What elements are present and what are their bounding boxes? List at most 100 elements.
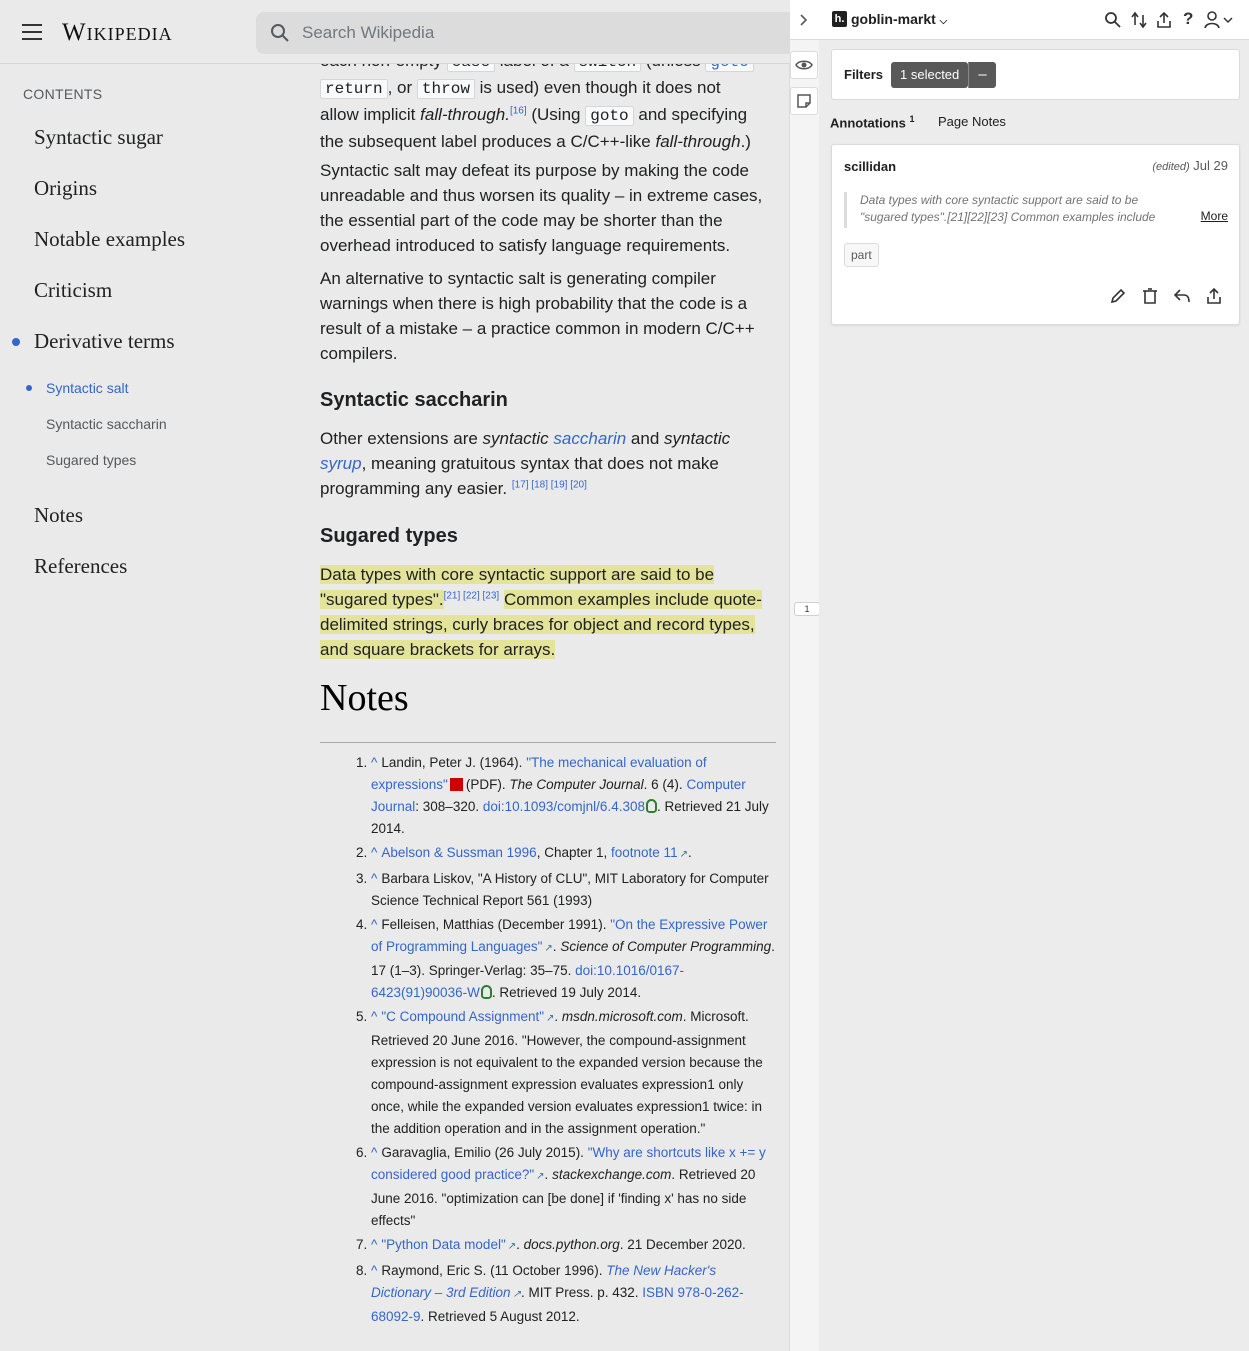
text: . Microsoft. Retrieved 20 June 2016. "Ho…: [371, 1009, 763, 1136]
annotation-tag[interactable]: part: [844, 243, 879, 267]
reference-link[interactable]: Abelson & Sussman 1996: [381, 845, 536, 860]
toc-item-syntactic-sugar[interactable]: Syntactic sugar: [34, 125, 163, 150]
backlink-caret[interactable]: ^: [371, 1145, 377, 1160]
annotation-author[interactable]: scillidan: [844, 159, 896, 174]
edit-pencil-icon[interactable]: [1109, 287, 1127, 305]
citation-links[interactable]: [21] [22] [23]: [444, 590, 500, 601]
text: , or: [387, 78, 413, 97]
text: . 21 December 2020.: [619, 1237, 746, 1252]
paragraph-sugared-types-highlighted[interactable]: Data types with core syntactic support a…: [320, 562, 776, 662]
toc-item-notable-examples[interactable]: Notable examples: [34, 227, 185, 252]
user-account-icon[interactable]: [1203, 10, 1233, 30]
backlink-caret[interactable]: ^: [371, 1237, 377, 1252]
annotation-timestamp[interactable]: (edited) Jul 29: [1152, 158, 1228, 173]
toc-item-references[interactable]: References: [34, 554, 127, 579]
list-item: 1. ^ Landin, Peter J. (1964). "The mechan…: [356, 752, 776, 840]
group-name: goblin-markt: [851, 11, 936, 27]
citation-link[interactable]: [16]: [510, 105, 527, 116]
toc-item-notes[interactable]: Notes: [34, 503, 83, 528]
saccharin-link[interactable]: saccharin: [553, 429, 626, 448]
reply-icon[interactable]: [1173, 287, 1191, 305]
clear-selection-button[interactable]: –: [968, 62, 996, 88]
external-link[interactable]: "C Compound Assignment": [381, 1009, 554, 1024]
tab-annotations[interactable]: Annotations 1: [830, 114, 914, 130]
help-icon[interactable]: ?: [1183, 9, 1193, 29]
text-italic: fall-through.: [420, 105, 510, 124]
tab-label: Annotations: [830, 115, 906, 131]
code-throw: throw: [416, 79, 475, 99]
text-italic: docs.python.org: [523, 1237, 620, 1252]
syrup-link[interactable]: syrup: [320, 454, 362, 473]
backlink-caret[interactable]: ^: [371, 871, 377, 886]
search-icon[interactable]: [1104, 11, 1122, 29]
bucket-count[interactable]: 1: [794, 602, 820, 616]
note-number: 4.: [356, 917, 368, 932]
toc-subitem-syntactic-saccharin[interactable]: Syntactic saccharin: [46, 416, 167, 432]
hypothesis-logo-icon: h.: [832, 11, 847, 27]
annotation-bucket[interactable]: 1: [790, 602, 820, 616]
text: is used) even though it does not: [479, 78, 721, 97]
heading-notes: Notes: [320, 677, 409, 719]
citation-links[interactable]: [17] [18] [19] [20]: [512, 479, 587, 490]
backlink-caret[interactable]: ^: [371, 917, 377, 932]
backlink-caret[interactable]: ^: [371, 755, 377, 770]
toc-item-criticism[interactable]: Criticism: [34, 278, 112, 303]
share-icon[interactable]: [1205, 287, 1223, 305]
wikipedia-header: Wikipedia: [0, 0, 790, 64]
backlink-caret[interactable]: ^: [371, 1263, 377, 1278]
annotation-card[interactable]: scillidan (edited) Jul 29 Data types wit…: [831, 144, 1240, 325]
open-access-lock-icon: [645, 799, 657, 813]
search-box[interactable]: [256, 12, 790, 54]
text: .): [740, 132, 751, 151]
show-highlights-button[interactable]: [790, 51, 818, 79]
open-access-lock-icon: [480, 985, 492, 999]
annotation-quote[interactable]: Data types with core syntactic support a…: [844, 192, 1184, 228]
paragraph-salt-defeat: Syntactic salt may defeat its purpose by…: [320, 161, 763, 255]
wikipedia-wordmark[interactable]: Wikipedia: [62, 19, 173, 47]
note-number: 7.: [356, 1237, 368, 1252]
selected-filter-button[interactable]: 1 selected: [891, 62, 969, 88]
tab-page-notes[interactable]: Page Notes: [938, 114, 1006, 129]
group-selector[interactable]: goblin-markt ⌵: [851, 11, 947, 27]
backlink-caret[interactable]: ^: [371, 845, 377, 860]
code-return: return: [320, 79, 388, 99]
text: (Using: [531, 105, 581, 124]
delete-trash-icon[interactable]: [1141, 287, 1159, 305]
toc-subitem-syntactic-salt[interactable]: Syntactic salt: [46, 380, 128, 396]
main-menu-icon[interactable]: [22, 22, 44, 42]
paragraph-saccharin: Other extensions are syntactic saccharin…: [320, 426, 776, 501]
toc-active-dot: [26, 385, 32, 391]
toc-item-derivative-terms[interactable]: Derivative terms: [34, 329, 175, 354]
more-button[interactable]: More: [1201, 209, 1228, 223]
backlink-caret[interactable]: ^: [371, 1009, 377, 1024]
hypothesis-sidebar: h. goblin-markt ⌵ ? 1 Filters 1 selected…: [789, 0, 1249, 1351]
list-item: 6. ^ Garavaglia, Emilio (26 July 2015). "…: [356, 1142, 776, 1232]
external-link[interactable]: "Python Data model": [381, 1237, 516, 1252]
toc-item-origins[interactable]: Origins: [34, 176, 97, 201]
list-item: 8. ^ Raymond, Eric S. (11 October 1996). …: [356, 1260, 776, 1328]
notes-list: 1. ^ Landin, Peter J. (1964). "The mechan…: [356, 752, 776, 1330]
share-icon[interactable]: [1155, 11, 1173, 29]
sort-icon[interactable]: [1130, 11, 1148, 29]
list-item: 3. ^ Barbara Liskov, "A History of CLU", …: [356, 868, 776, 912]
text-italic: syntactic: [482, 429, 549, 448]
doi-link[interactable]: doi:10.1093/comjnl/6.4.308: [483, 799, 645, 814]
search-input[interactable]: [302, 20, 742, 46]
collapse-sidebar-chevron-icon[interactable]: [798, 13, 810, 27]
annotation-date: Jul 29: [1193, 158, 1228, 173]
text-italic: syntactic: [664, 429, 731, 448]
text: Landin, Peter J. (1964).: [381, 755, 523, 770]
text: Raymond, Eric S. (11 October 1996).: [381, 1263, 603, 1278]
external-link[interactable]: footnote 11: [611, 845, 688, 860]
toc-subitem-sugared-types[interactable]: Sugared types: [46, 452, 136, 468]
note-icon: [797, 94, 811, 108]
wikipedia-page: each non-empty case label of a switch (u…: [0, 0, 790, 1351]
new-page-note-button[interactable]: [790, 87, 818, 115]
text: the subsequent label produces a C/C++-li…: [320, 132, 651, 151]
text: .: [687, 845, 692, 860]
search-icon: [271, 24, 289, 42]
heading-syntactic-saccharin: Syntactic saccharin: [320, 389, 508, 411]
text-italic: fall-through: [655, 132, 741, 151]
text: : 308–320.: [415, 799, 480, 814]
text: , Chapter 1,: [536, 845, 608, 860]
